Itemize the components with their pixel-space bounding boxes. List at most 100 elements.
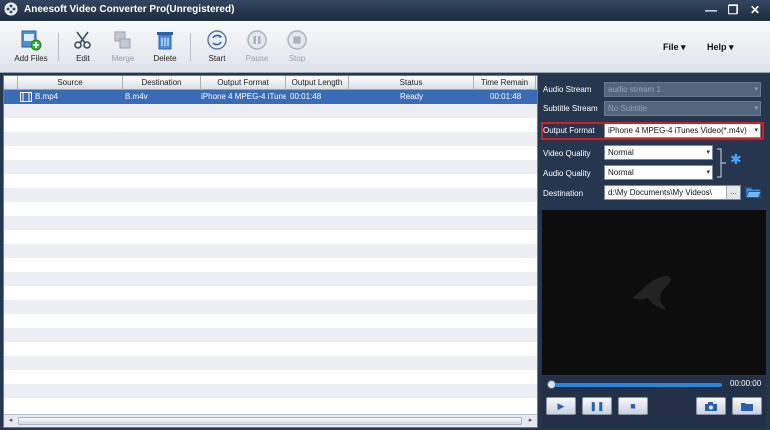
scroll-right-button[interactable]: ▸	[524, 415, 537, 427]
row-destination: B.m4v	[125, 92, 148, 101]
seek-bar[interactable]	[550, 383, 722, 387]
scrollbar-thumb[interactable]	[18, 417, 522, 425]
open-folder-icon[interactable]	[745, 185, 761, 199]
scroll-left-button[interactable]: ◂	[4, 415, 17, 427]
column-header-status[interactable]: Status	[349, 76, 474, 90]
help-menu-label: Help	[707, 42, 727, 52]
audio-quality-value: Normal	[608, 168, 634, 177]
subtitle-stream-label: Subtitle Stream	[543, 104, 598, 113]
toolbar: Add Files Edit Merge Delete Start Pause …	[0, 21, 770, 73]
row-source: B.mp4	[35, 92, 59, 101]
browse-button[interactable]: ...	[726, 186, 740, 199]
column-header-checkbox[interactable]	[4, 76, 18, 90]
chevron-down-icon: ▾	[706, 149, 710, 156]
empty-row	[4, 230, 537, 244]
folder-icon	[741, 403, 753, 411]
empty-row	[4, 342, 537, 356]
audio-stream-label: Audio Stream	[543, 85, 592, 94]
empty-row	[4, 188, 537, 202]
restore-button[interactable]: ❐	[724, 1, 742, 18]
empty-row	[4, 398, 537, 412]
trash-icon	[157, 32, 173, 50]
file-list[interactable]: Source Destination Output Format Output …	[3, 75, 538, 428]
column-header-destination[interactable]: Destination	[123, 76, 201, 90]
empty-row	[4, 286, 537, 300]
row-time-remain: 00:01:48	[490, 92, 522, 101]
empty-row	[4, 384, 537, 398]
chevron-down-icon: ▾	[729, 42, 734, 52]
edit-button[interactable]: Edit	[61, 23, 105, 69]
camera-icon	[705, 402, 717, 411]
pause-playback-button[interactable]: ❚❚	[582, 397, 612, 415]
play-button[interactable]: ▶	[546, 397, 576, 415]
pause-label: Pause	[245, 54, 269, 63]
stop-button[interactable]: Stop	[275, 23, 319, 69]
empty-row	[4, 244, 537, 258]
add-files-label: Add Files	[14, 54, 48, 63]
empty-row	[4, 216, 537, 230]
row-status: Ready	[400, 92, 424, 101]
subtitle-stream-value: No Subtitle	[608, 104, 648, 113]
column-header-time-remain[interactable]: Time Remain	[474, 76, 536, 90]
add-files-button[interactable]: Add Files	[9, 23, 53, 69]
output-format-highlight	[541, 122, 764, 140]
seek-slider-handle[interactable]	[547, 380, 556, 389]
empty-row	[4, 202, 537, 216]
file-list-header: Source Destination Output Format Output …	[4, 76, 537, 90]
pause-button[interactable]: Pause	[235, 23, 279, 69]
bird-logo-icon	[632, 276, 671, 310]
empty-row	[4, 160, 537, 174]
table-row[interactable]: B.mp4 B.m4v iPhone 4 MPEG-4 iTunes \ 00:…	[4, 90, 537, 104]
audio-quality-select[interactable]: Normal ▾	[604, 165, 713, 180]
empty-row	[4, 272, 537, 286]
stop-icon	[287, 30, 307, 50]
video-file-icon	[20, 92, 32, 102]
video-quality-value: Normal	[608, 148, 634, 157]
help-menu[interactable]: Help ▾	[707, 42, 734, 53]
merge-button[interactable]: Merge	[101, 23, 145, 69]
horizontal-scrollbar[interactable]: ◂ ▸	[4, 414, 537, 427]
empty-row	[4, 118, 537, 132]
audio-stream-select[interactable]: audio stream 1 ▾	[604, 82, 761, 97]
toolbar-divider	[58, 33, 59, 61]
empty-row	[4, 314, 537, 328]
column-header-source[interactable]: Source	[18, 76, 123, 90]
column-header-output-format[interactable]: Output Format	[201, 76, 286, 90]
empty-row	[4, 258, 537, 272]
snapshot-button[interactable]	[696, 397, 726, 415]
row-output-format: iPhone 4 MPEG-4 iTunes \	[201, 92, 286, 101]
add-files-icon	[21, 30, 42, 51]
destination-input[interactable]: d:\My Documents\My Videos\ ...	[604, 185, 741, 200]
video-preview	[542, 210, 766, 375]
stop-playback-button[interactable]: ■	[618, 397, 648, 415]
stop-label: Stop	[288, 54, 306, 63]
empty-row	[4, 370, 537, 384]
player-controls: 00:00:00 ▶ ❚❚ ■	[542, 376, 766, 428]
row-output-length: 00:01:48	[290, 92, 322, 101]
settings-panel: Audio Stream audio stream 1 ▾ Subtitle S…	[540, 75, 767, 205]
minimize-button[interactable]: —	[702, 1, 720, 18]
file-list-rows: B.mp4 B.m4v iPhone 4 MPEG-4 iTunes \ 00:…	[4, 90, 537, 414]
quality-settings-gear-icon[interactable]: ✱	[730, 151, 742, 168]
video-quality-label: Video Quality	[543, 149, 591, 158]
empty-row	[4, 132, 537, 146]
merge-label: Merge	[111, 54, 135, 63]
start-button[interactable]: Start	[195, 23, 239, 69]
merge-icon	[114, 31, 131, 49]
film-reel-icon	[4, 2, 18, 16]
open-snapshot-folder-button[interactable]	[732, 397, 762, 415]
column-header-output-length[interactable]: Output Length	[286, 76, 349, 90]
delete-button[interactable]: Delete	[143, 23, 187, 69]
file-menu[interactable]: File ▾	[663, 42, 686, 53]
empty-row	[4, 146, 537, 160]
close-button[interactable]: ✕	[746, 1, 764, 18]
title-bar: Aneesoft Video Converter Pro(Unregistere…	[0, 0, 770, 20]
delete-label: Delete	[153, 54, 177, 63]
empty-row	[4, 356, 537, 370]
window-title: Aneesoft Video Converter Pro(Unregistere…	[24, 4, 235, 15]
video-quality-select[interactable]: Normal ▾	[604, 145, 713, 160]
destination-label: Destination	[543, 189, 584, 198]
subtitle-stream-select[interactable]: No Subtitle ▾	[604, 101, 761, 116]
pause-icon	[247, 30, 267, 50]
audio-quality-label: Audio Quality	[543, 169, 591, 178]
